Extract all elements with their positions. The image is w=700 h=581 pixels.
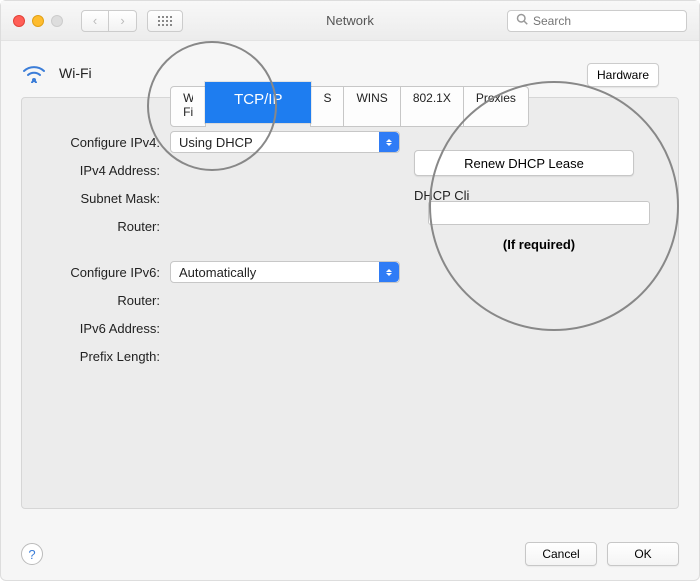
forward-button[interactable]: › [109, 10, 137, 32]
search-input[interactable] [533, 14, 678, 28]
chevron-updown-icon [379, 132, 399, 152]
prefix-length-label: Prefix Length: [40, 349, 170, 364]
minimize-window[interactable] [32, 15, 44, 27]
tab-wifi[interactable]: Wi-Fi [170, 86, 206, 127]
configure-ipv4-label: Configure IPv4: [40, 135, 170, 150]
search-icon [516, 13, 528, 28]
ipv4-address-label: IPv4 Address: [40, 163, 170, 178]
back-button[interactable]: ‹ [81, 10, 109, 32]
zoom-window[interactable] [51, 15, 63, 27]
tab-proxies[interactable]: Proxies [463, 86, 529, 127]
search-field[interactable] [507, 10, 687, 32]
subnet-mask-label: Subnet Mask: [40, 191, 170, 206]
show-all-button[interactable] [147, 10, 183, 32]
if-required-note: (If required) [428, 237, 650, 252]
chevron-updown-icon [379, 262, 399, 282]
ipv6-address-label: IPv6 Address: [40, 321, 170, 336]
configure-ipv6-label: Configure IPv6: [40, 265, 170, 280]
tab-8021x[interactable]: 802.1X [400, 86, 464, 127]
dhcp-client-id-input[interactable] [428, 201, 650, 225]
hardware-button[interactable]: Hardware [587, 63, 659, 87]
cancel-button[interactable]: Cancel [525, 542, 597, 566]
ipv6-router-label: Router: [40, 293, 170, 308]
close-window[interactable] [13, 15, 25, 27]
help-button[interactable]: ? [21, 543, 43, 565]
configure-ipv6-select[interactable]: Automatically [170, 261, 400, 283]
tab-wins[interactable]: WINS [343, 86, 400, 127]
wifi-icon [21, 63, 47, 83]
interface-name: Wi-Fi [59, 65, 92, 81]
tab-tcpip[interactable]: TCP/IP [205, 82, 311, 123]
grid-icon [158, 16, 172, 26]
ok-button[interactable]: OK [607, 542, 679, 566]
renew-dhcp-lease-button[interactable]: Renew DHCP Lease [414, 150, 634, 176]
router-label: Router: [40, 219, 170, 234]
tab-dns[interactable]: S [310, 86, 344, 127]
configure-ipv4-select[interactable]: Using DHCP [170, 131, 400, 153]
